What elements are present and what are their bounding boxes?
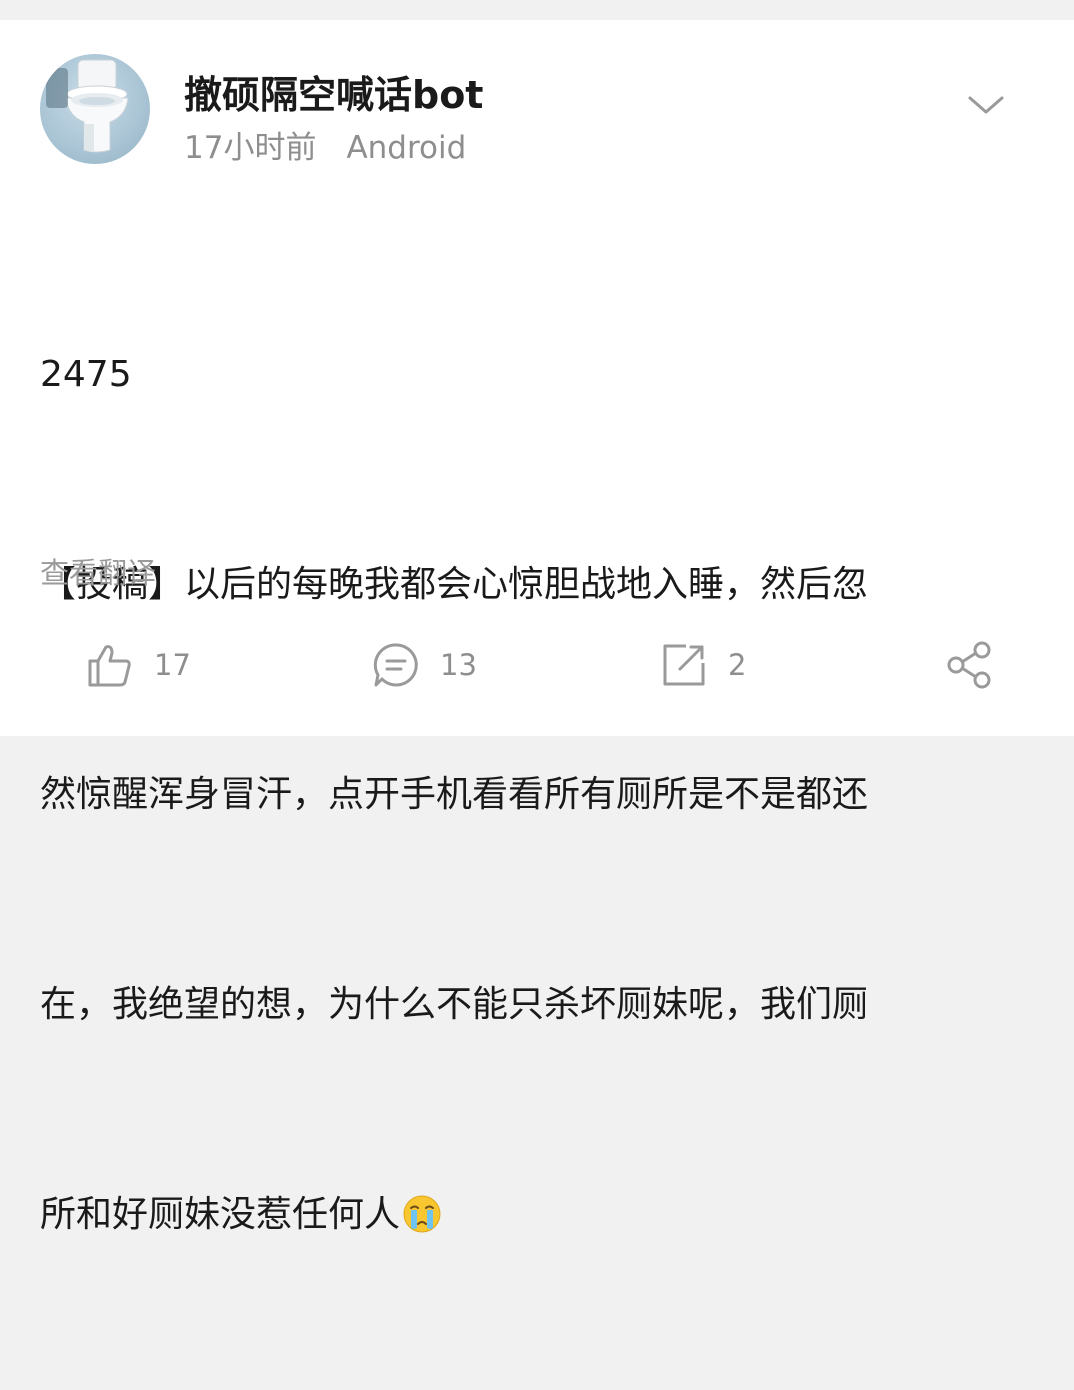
action-bar: 17 13 2: [0, 640, 1074, 690]
comment-button[interactable]: 13: [372, 640, 477, 690]
comment-icon: [373, 643, 418, 687]
like-button[interactable]: 17: [86, 640, 191, 690]
post-body: 2475 【投稿】以后的每晚我都会心惊胆战地入睡，然后忽 然惊醒浑身冒汗，点开手…: [40, 200, 1040, 1390]
repost-icon: [663, 644, 705, 686]
avatar[interactable]: [40, 54, 150, 164]
post-number: 2475: [40, 354, 132, 395]
post-text-line: 所和好厕妹没惹任何人: [40, 1194, 401, 1235]
like-count: 17: [154, 648, 191, 682]
post-card: 撤硕隔空喊话bot 17小时前 Android 2475 【投稿】以后的每晚我都会…: [0, 20, 1074, 1235]
post-text-line: 然惊醒浑身冒汗，点开手机看看所有厕所是不是都还: [40, 774, 869, 815]
post-text-last-line: 所和好厕妹没惹任何人: [40, 1180, 1040, 1250]
share-icon: [947, 641, 991, 689]
repost-button[interactable]: 2: [660, 640, 746, 690]
comment-count: 13: [440, 648, 477, 682]
author-name[interactable]: 撤硕隔空喊话bot: [184, 64, 483, 119]
thumbs-up-icon: [88, 645, 131, 687]
crying-face-icon: [402, 1188, 442, 1233]
share-button[interactable]: [944, 640, 994, 690]
translate-link[interactable]: 查看翻译: [40, 550, 156, 592]
post-text-line: 【投稿】以后的每晚我都会心惊胆战地入睡，然后忽: [40, 564, 869, 605]
post-time: 17小时前: [184, 130, 317, 166]
chevron-down-icon[interactable]: [964, 90, 1008, 120]
post-text-line: 在，我绝望的想，为什么不能只杀坏厕妹呢，我们厕: [40, 984, 869, 1025]
repost-count: 2: [728, 648, 747, 682]
toilet-icon: [46, 59, 129, 153]
bottom-divider: [0, 736, 1074, 752]
post-device: Android: [346, 130, 467, 166]
post-meta: 17小时前 Android: [184, 122, 466, 167]
